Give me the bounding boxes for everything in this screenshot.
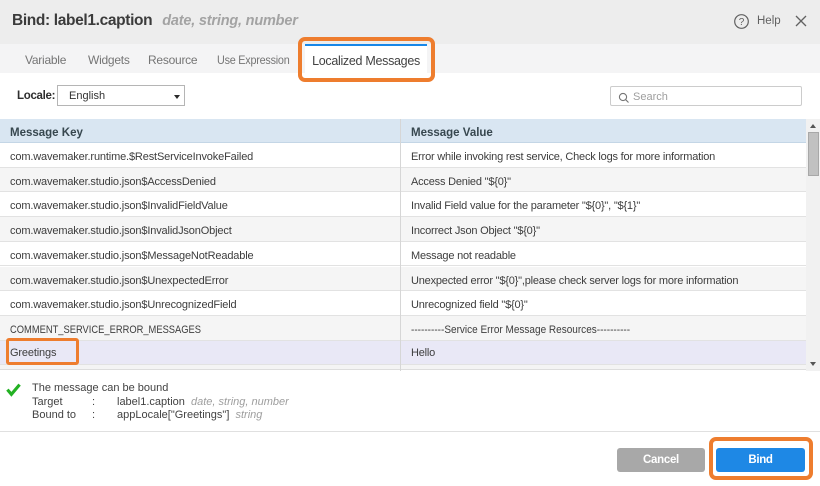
svg-text:?: ? [739, 17, 745, 28]
